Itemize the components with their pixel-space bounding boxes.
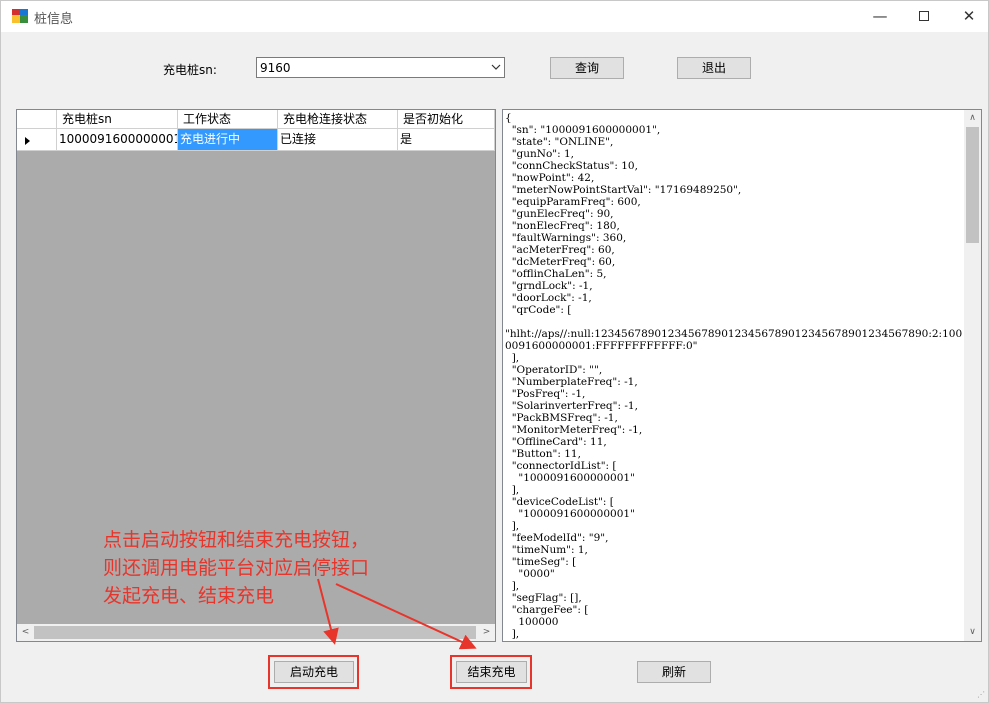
scroll-left-icon[interactable]: <: [17, 624, 34, 641]
grid-header-connection[interactable]: 充电枪连接状态: [278, 110, 398, 129]
table-cell-initialized[interactable]: 是: [398, 129, 495, 151]
json-detail-text[interactable]: { "sn": "1000091600000001", "state": "ON…: [505, 112, 964, 640]
grid-header-initialized[interactable]: 是否初始化: [398, 110, 495, 129]
refresh-button[interactable]: 刷新: [637, 661, 711, 683]
table-cell-sn[interactable]: 1000091600000001: [57, 129, 178, 151]
table-row-header[interactable]: [17, 129, 57, 151]
close-icon[interactable]: ✕: [946, 1, 989, 32]
query-button[interactable]: 查询: [550, 57, 624, 79]
grid-header-sn[interactable]: 充电桩sn: [57, 110, 178, 129]
grid-corner-header: [17, 110, 57, 129]
minimize-icon[interactable]: —: [857, 1, 903, 32]
main-window: 桩信息 — ✕ 充电桩sn: 9160 查询 退出 充电桩sn 工作状态 充电枪…: [0, 0, 989, 703]
scroll-down-icon[interactable]: ∨: [964, 624, 981, 641]
annotation-line-3: 发起充电、结束充电: [103, 585, 275, 607]
sn-combobox[interactable]: 9160: [256, 57, 505, 78]
start-button-highlight: [268, 655, 359, 689]
end-button-highlight: [450, 655, 532, 689]
annotation-note: 点击启动按钮和结束充电按钮， 则还调用电能平台对应启停接口 发起充电、结束充电: [103, 526, 369, 610]
annotation-line-2: 则还调用电能平台对应启停接口: [103, 557, 370, 579]
json-detail-textbox[interactable]: { "sn": "1000091600000001", "state": "ON…: [502, 109, 982, 642]
scroll-up-icon[interactable]: ∧: [964, 110, 981, 127]
grid-header-status[interactable]: 工作状态: [178, 110, 278, 129]
grid-horizontal-scrollbar[interactable]: < >: [17, 624, 495, 641]
chevron-down-icon[interactable]: [491, 62, 501, 72]
resize-grip-icon[interactable]: ⋰: [977, 690, 985, 699]
json-vertical-scrollbar[interactable]: ∧ ∨: [964, 110, 981, 641]
json-scroll-thumb[interactable]: [966, 127, 979, 243]
exit-button[interactable]: 退出: [677, 57, 751, 79]
table-cell-status[interactable]: 充电进行中: [178, 129, 278, 151]
row-pointer-icon: [25, 137, 30, 145]
grid-scroll-thumb[interactable]: [34, 626, 476, 639]
title-bar[interactable]: 桩信息 — ✕: [1, 1, 988, 32]
scroll-right-icon[interactable]: >: [478, 624, 495, 641]
sn-combobox-value[interactable]: 9160: [260, 61, 291, 75]
annotation-line-1: 点击启动按钮和结束充电按钮，: [103, 529, 370, 551]
app-icon: [12, 9, 28, 23]
maximize-icon[interactable]: [901, 1, 947, 32]
sn-label: 充电桩sn:: [163, 63, 217, 77]
table-cell-connection[interactable]: 已连接: [278, 129, 398, 151]
window-title: 桩信息: [34, 12, 74, 27]
